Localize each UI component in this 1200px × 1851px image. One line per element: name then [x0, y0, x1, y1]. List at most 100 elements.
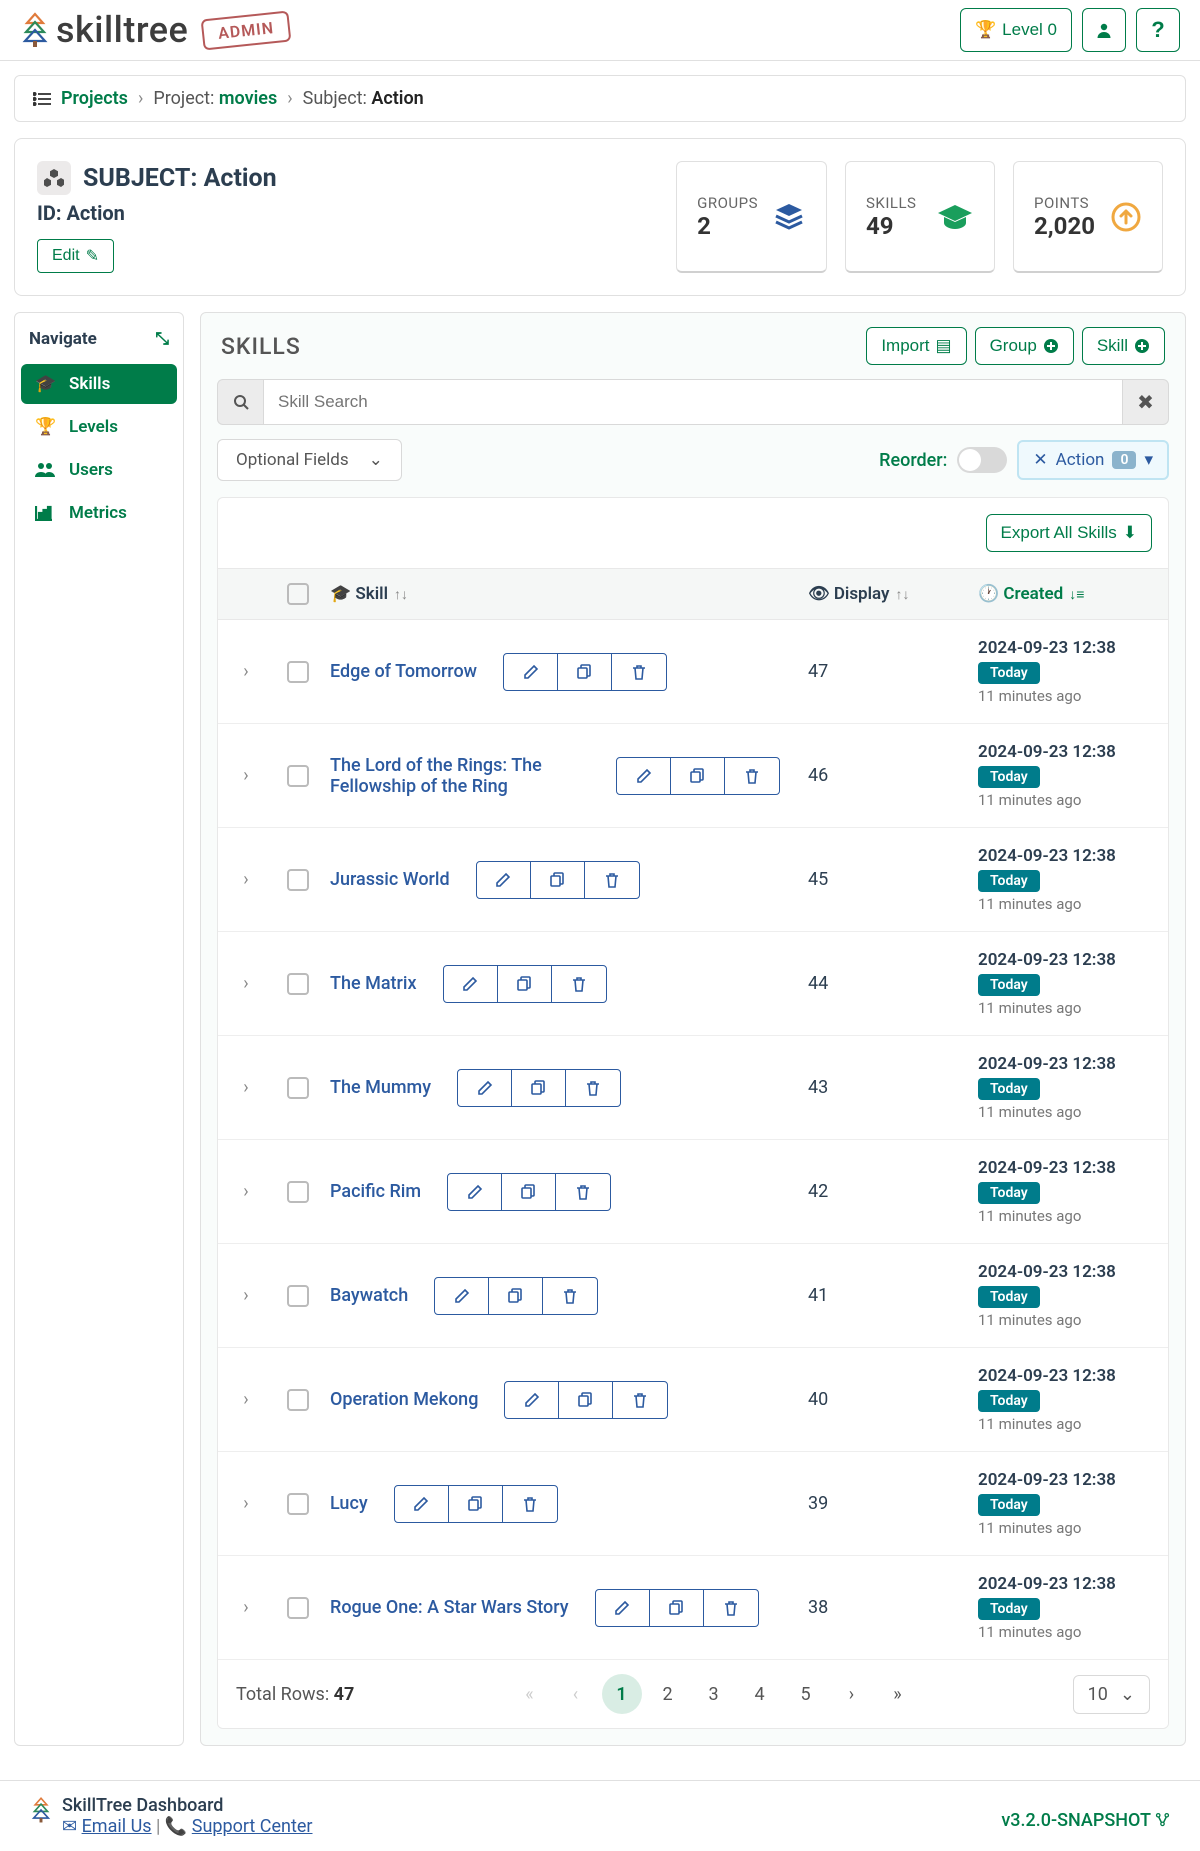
copy-row-button[interactable] [558, 654, 612, 690]
skill-link[interactable]: Operation Mekong [330, 1389, 478, 1410]
action-dropdown[interactable]: ✕ Action 0 ▾ [1017, 440, 1169, 480]
delete-row-button[interactable] [556, 1174, 610, 1210]
col-display-header[interactable]: 👁 Display↑↓ [808, 584, 978, 604]
page-5[interactable]: 5 [786, 1674, 826, 1714]
skill-link[interactable]: Jurassic World [330, 869, 450, 890]
skill-button[interactable]: Skill [1082, 327, 1165, 365]
export-button[interactable]: Export All Skills⬇ [986, 514, 1152, 552]
copy-row-button[interactable] [502, 1174, 556, 1210]
col-skill-header[interactable]: 🎓 Skill↑↓ [322, 584, 808, 604]
expand-row[interactable]: › [218, 869, 274, 890]
edit-row-button[interactable] [395, 1486, 449, 1522]
copy-row-button[interactable] [531, 862, 585, 898]
page-first[interactable]: « [510, 1674, 550, 1714]
row-checkbox[interactable] [287, 765, 309, 787]
row-checkbox[interactable] [287, 1285, 309, 1307]
expand-row[interactable]: › [218, 661, 274, 682]
delete-row-button[interactable] [612, 654, 666, 690]
collapse-icon[interactable]: ⤡ [155, 329, 169, 349]
user-button[interactable] [1082, 8, 1126, 52]
expand-row[interactable]: › [218, 1181, 274, 1202]
skill-link[interactable]: The Matrix [330, 973, 417, 994]
search-input[interactable] [263, 379, 1123, 425]
skill-link[interactable]: Lucy [330, 1493, 368, 1514]
row-checkbox[interactable] [287, 973, 309, 995]
level-button[interactable]: 🏆 Level 0 [960, 8, 1072, 52]
skill-link[interactable]: The Mummy [330, 1077, 431, 1098]
skill-link[interactable]: Pacific Rim [330, 1181, 421, 1202]
action-count: 0 [1112, 451, 1136, 469]
delete-row-button[interactable] [503, 1486, 557, 1522]
copy-row-button[interactable] [449, 1486, 503, 1522]
delete-row-button[interactable] [566, 1070, 620, 1106]
created-ago: 11 minutes ago [978, 895, 1168, 913]
page-prev[interactable]: ‹ [556, 1674, 596, 1714]
row-checkbox[interactable] [287, 1181, 309, 1203]
page-3[interactable]: 3 [694, 1674, 734, 1714]
breadcrumb-project[interactable]: movies [219, 88, 277, 109]
page-1[interactable]: 1 [602, 1674, 642, 1714]
delete-row-button[interactable] [704, 1590, 758, 1626]
row-checkbox[interactable] [287, 869, 309, 891]
nav-levels[interactable]: 🏆Levels [21, 407, 177, 447]
edit-row-button[interactable] [458, 1070, 512, 1106]
edit-row-button[interactable] [448, 1174, 502, 1210]
delete-row-button[interactable] [585, 862, 639, 898]
skill-link[interactable]: Baywatch [330, 1285, 408, 1306]
edit-button[interactable]: Edit ✎ [37, 239, 114, 273]
edit-row-button[interactable] [477, 862, 531, 898]
col-created-header[interactable]: 🕐 Created↓≡ [978, 584, 1168, 604]
delete-row-button[interactable] [552, 966, 606, 1002]
copy-row-button[interactable] [671, 758, 725, 794]
row-checkbox[interactable] [287, 1597, 309, 1619]
breadcrumb-projects[interactable]: Projects [61, 88, 128, 109]
edit-row-button[interactable] [505, 1382, 559, 1418]
skill-link[interactable]: Edge of Tomorrow [330, 661, 477, 682]
import-button[interactable]: Import▤ [866, 327, 966, 365]
clear-search-button[interactable]: ✖ [1123, 379, 1169, 425]
expand-row[interactable]: › [218, 1597, 274, 1618]
copy-row-button[interactable] [512, 1070, 566, 1106]
skill-link[interactable]: Rogue One: A Star Wars Story [330, 1597, 569, 1618]
row-checkbox[interactable] [287, 1389, 309, 1411]
email-link[interactable]: Email Us [82, 1816, 152, 1837]
edit-row-button[interactable] [617, 758, 671, 794]
page-4[interactable]: 4 [740, 1674, 780, 1714]
select-all-checkbox[interactable] [287, 583, 309, 605]
page-2[interactable]: 2 [648, 1674, 688, 1714]
expand-row[interactable]: › [218, 1077, 274, 1098]
expand-row[interactable]: › [218, 973, 274, 994]
support-link[interactable]: Support Center [192, 1816, 313, 1837]
row-checkbox[interactable] [287, 1493, 309, 1515]
optional-fields-dropdown[interactable]: Optional Fields ⌄ [217, 439, 402, 481]
today-badge: Today [978, 1286, 1040, 1308]
nav-users[interactable]: Users [21, 450, 177, 490]
skill-link[interactable]: The Lord of the Rings: The Fellowship of… [330, 755, 590, 797]
page-last[interactable]: » [878, 1674, 918, 1714]
created-ago: 11 minutes ago [978, 1103, 1168, 1121]
edit-row-button[interactable] [444, 966, 498, 1002]
delete-row-button[interactable] [613, 1382, 667, 1418]
expand-row[interactable]: › [218, 1389, 274, 1410]
edit-row-button[interactable] [504, 654, 558, 690]
page-next[interactable]: › [832, 1674, 872, 1714]
delete-row-button[interactable] [543, 1278, 597, 1314]
group-button[interactable]: Group [975, 327, 1074, 365]
expand-row[interactable]: › [218, 1493, 274, 1514]
reorder-toggle[interactable] [957, 447, 1007, 473]
nav-metrics[interactable]: Metrics [21, 493, 177, 533]
expand-row[interactable]: › [218, 765, 274, 786]
row-checkbox[interactable] [287, 1077, 309, 1099]
page-size-dropdown[interactable]: 10⌄ [1073, 1675, 1150, 1714]
copy-row-button[interactable] [650, 1590, 704, 1626]
help-button[interactable]: ? [1136, 8, 1180, 52]
copy-row-button[interactable] [559, 1382, 613, 1418]
delete-row-button[interactable] [725, 758, 779, 794]
row-checkbox[interactable] [287, 661, 309, 683]
nav-skills[interactable]: 🎓Skills [21, 364, 177, 404]
edit-row-button[interactable] [596, 1590, 650, 1626]
expand-row[interactable]: › [218, 1285, 274, 1306]
copy-row-button[interactable] [489, 1278, 543, 1314]
copy-row-button[interactable] [498, 966, 552, 1002]
edit-row-button[interactable] [435, 1278, 489, 1314]
